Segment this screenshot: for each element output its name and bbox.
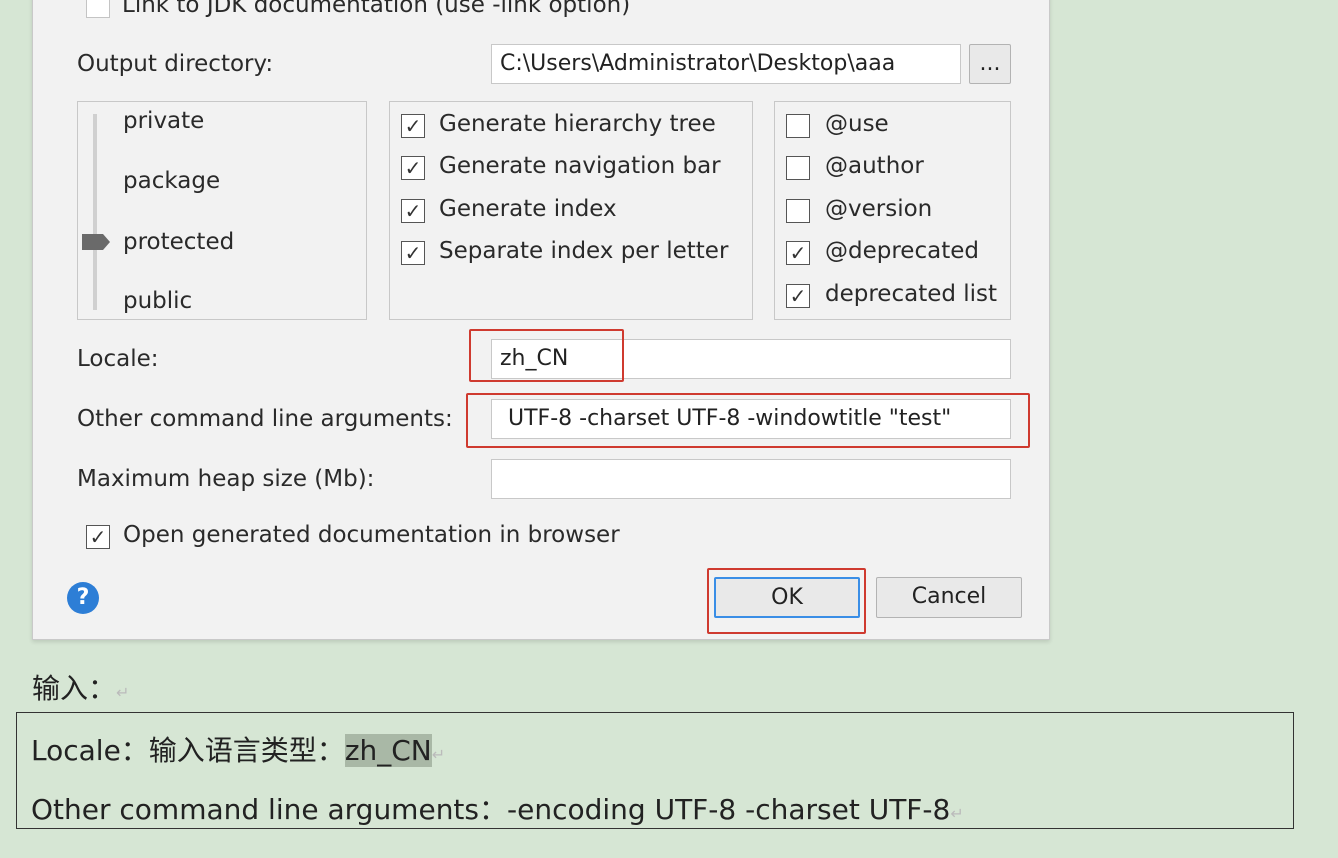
open-browser-checkbox[interactable]	[86, 525, 110, 549]
deprecated-tag-checkbox[interactable]	[786, 241, 810, 265]
para-mark-icon: ↵	[431, 745, 446, 764]
link-jdk-label: Link to JDK documentation (use -link opt…	[122, 0, 631, 18]
deprecated-tag-label: @deprecated	[825, 238, 979, 264]
doc-heading-text: 输入：	[32, 672, 117, 705]
other-args-highlight-box	[466, 393, 1030, 448]
other-args-label: Other command line arguments:	[77, 406, 453, 432]
ok-highlight-box	[707, 568, 866, 634]
scope-package[interactable]: package	[123, 168, 220, 194]
hierarchy-tree-checkbox[interactable]	[401, 114, 425, 138]
deprecated-list-checkbox[interactable]	[786, 284, 810, 308]
output-directory-field[interactable]: C:\Users\Administrator\Desktop\aaa	[491, 44, 961, 84]
use-tag-checkbox[interactable]	[786, 114, 810, 138]
scope-private[interactable]: private	[123, 108, 204, 134]
scope-protected[interactable]: protected	[123, 229, 234, 255]
cancel-button[interactable]: Cancel	[876, 577, 1022, 618]
link-jdk-checkbox[interactable]	[86, 0, 110, 18]
output-directory-label: Output directory:	[77, 51, 274, 77]
browse-button[interactable]: ...	[969, 44, 1011, 84]
doc-line-args: Other command line arguments：-encoding U…	[31, 788, 964, 828]
doc-line-locale-text: Locale：输入语言类型：	[31, 734, 345, 767]
doc-line-locale: Locale：输入语言类型：zh_CN↵	[31, 729, 445, 769]
para-mark-icon: ↵	[950, 804, 964, 823]
scope-public[interactable]: public	[123, 288, 192, 314]
separate-index-label: Separate index per letter	[439, 238, 729, 264]
para-mark-icon: ↵	[116, 683, 130, 702]
doc-line-args-text: Other command line arguments：-encoding U…	[31, 793, 951, 826]
scope-panel	[77, 101, 367, 320]
navigation-bar-label: Generate navigation bar	[439, 153, 721, 179]
scope-slider-track[interactable]	[93, 114, 97, 310]
locale-label: Locale:	[77, 346, 159, 372]
doc-locale-value: zh_CN	[344, 734, 432, 767]
version-tag-label: @version	[825, 196, 933, 222]
heap-size-field[interactable]	[491, 459, 1011, 499]
use-tag-label: @use	[825, 111, 889, 137]
generate-index-checkbox[interactable]	[401, 199, 425, 223]
navigation-bar-checkbox[interactable]	[401, 156, 425, 180]
open-browser-label: Open generated documentation in browser	[123, 522, 620, 548]
hierarchy-tree-label: Generate hierarchy tree	[439, 111, 716, 137]
help-icon[interactable]: ?	[67, 582, 99, 614]
author-tag-label: @author	[825, 153, 924, 179]
version-tag-checkbox[interactable]	[786, 199, 810, 223]
heap-size-label: Maximum heap size (Mb):	[77, 466, 375, 492]
generate-index-label: Generate index	[439, 196, 617, 222]
doc-heading: 输入：↵	[32, 667, 129, 707]
separate-index-checkbox[interactable]	[401, 241, 425, 265]
author-tag-checkbox[interactable]	[786, 156, 810, 180]
locale-highlight-box	[469, 329, 624, 382]
deprecated-list-label: deprecated list	[825, 281, 998, 307]
doc-table-box: Locale：输入语言类型：zh_CN↵ Other command line …	[16, 712, 1294, 829]
